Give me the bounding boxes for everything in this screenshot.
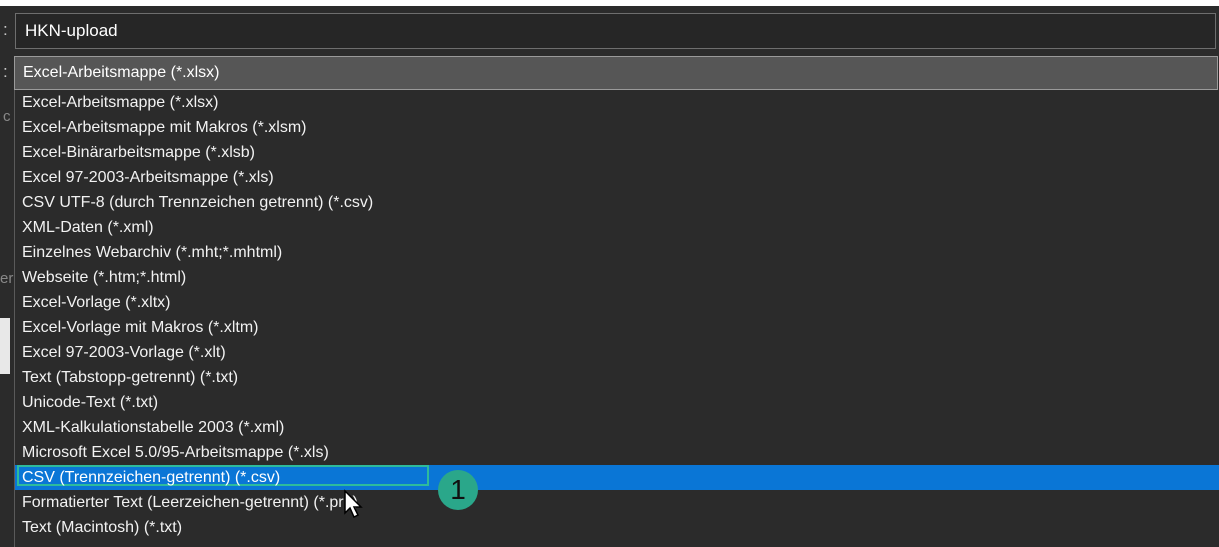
filetype-label-stub: : bbox=[3, 62, 8, 81]
filetype-options-list[interactable]: Excel-Arbeitsmappe (*.xlsx) Excel-Arbeits… bbox=[14, 90, 1219, 547]
filetype-option-label: Webseite (*.htm;*.html) bbox=[22, 269, 187, 286]
filetype-dropdown[interactable]: Excel-Arbeitsmappe (*.xlsx) bbox=[14, 56, 1218, 90]
filetype-option-label: Text (Macintosh) (*.txt) bbox=[22, 519, 183, 536]
filetype-option[interactable]: Excel-Vorlage mit Makros (*.xltm) bbox=[15, 315, 1219, 340]
filetype-option[interactable]: Excel-Arbeitsmappe (*.xlsx) bbox=[15, 90, 1219, 115]
filetype-option-label: CSV (Trennzeichen-getrennt) (*.csv) bbox=[17, 465, 429, 486]
filetype-option-label: XML-Daten (*.xml) bbox=[22, 219, 154, 236]
filetype-option[interactable]: Excel 97-2003-Arbeitsmappe (*.xls) bbox=[15, 165, 1219, 190]
filetype-option-label: Unicode-Text (*.txt) bbox=[22, 394, 159, 411]
filetype-option[interactable]: Microsoft Excel 5.0/95-Arbeitsmappe (*.x… bbox=[15, 440, 1219, 465]
mouse-pointer-icon bbox=[344, 489, 363, 519]
filetype-option-label: Text (Tabstopp-getrennt) (*.txt) bbox=[22, 369, 239, 386]
callout-badge: 1 bbox=[438, 470, 478, 510]
hidden-label-stub-2: er bbox=[0, 270, 14, 287]
filetype-option-label: Excel-Binärarbeitsmappe (*.xlsb) bbox=[22, 144, 255, 161]
filetype-option[interactable]: XML-Daten (*.xml) bbox=[15, 215, 1219, 240]
filetype-option[interactable]: CSV UTF-8 (durch Trennzeichen getrennt) … bbox=[15, 190, 1219, 215]
filetype-option[interactable]: Webseite (*.htm;*.html) bbox=[15, 265, 1219, 290]
filetype-option-label: Excel-Arbeitsmappe (*.xlsx) bbox=[22, 94, 219, 111]
filetype-option[interactable]: Excel-Vorlage (*.xltx) bbox=[15, 290, 1219, 315]
filetype-option[interactable]: Text (Tabstopp-getrennt) (*.txt) bbox=[15, 365, 1219, 390]
filetype-option-label: Excel-Arbeitsmappe mit Makros (*.xlsm) bbox=[22, 119, 307, 136]
filetype-option[interactable]: Excel-Binärarbeitsmappe (*.xlsb) bbox=[15, 140, 1219, 165]
filetype-option-label: Formatierter Text (Leerzeichen-getrennt)… bbox=[22, 494, 358, 511]
filetype-option[interactable]: Unicode-Text (*.txt) bbox=[15, 390, 1219, 415]
filetype-option[interactable]: Text (Macintosh) (*.txt) bbox=[15, 515, 1219, 540]
filetype-option-label: Einzelnes Webarchiv (*.mht;*.mhtml) bbox=[22, 244, 283, 261]
background-control-edge bbox=[0, 318, 10, 374]
filetype-option[interactable]: Einzelnes Webarchiv (*.mht;*.mhtml) bbox=[15, 240, 1219, 265]
filetype-option-label: CSV UTF-8 (durch Trennzeichen getrennt) … bbox=[22, 194, 374, 211]
filetype-option-label: Excel-Vorlage (*.xltx) bbox=[22, 294, 171, 311]
hidden-label-stub: c bbox=[3, 108, 11, 125]
filetype-option-label: Excel-Vorlage mit Makros (*.xltm) bbox=[22, 319, 259, 336]
filetype-option-label: Excel 97-2003-Arbeitsmappe (*.xls) bbox=[22, 169, 274, 186]
filetype-option-label: XML-Kalkulationstabelle 2003 (*.xml) bbox=[22, 419, 285, 436]
filetype-option[interactable]: Excel 97-2003-Vorlage (*.xlt) bbox=[15, 340, 1219, 365]
filename-label-stub: : bbox=[3, 20, 8, 39]
filetype-option-label: Excel 97-2003-Vorlage (*.xlt) bbox=[22, 344, 226, 361]
filename-input[interactable]: HKN-upload bbox=[15, 13, 1216, 49]
filetype-option[interactable]: Excel-Arbeitsmappe mit Makros (*.xlsm) bbox=[15, 115, 1219, 140]
filetype-option-label: Microsoft Excel 5.0/95-Arbeitsmappe (*.x… bbox=[22, 444, 329, 461]
window-top-edge bbox=[0, 0, 1219, 6]
filetype-option[interactable]: Formatierter Text (Leerzeichen-getrennt)… bbox=[15, 490, 1219, 515]
filetype-option-highlighted[interactable]: CSV (Trennzeichen-getrennt) (*.csv) bbox=[15, 465, 1219, 490]
filetype-option[interactable]: XML-Kalkulationstabelle 2003 (*.xml) bbox=[15, 415, 1219, 440]
